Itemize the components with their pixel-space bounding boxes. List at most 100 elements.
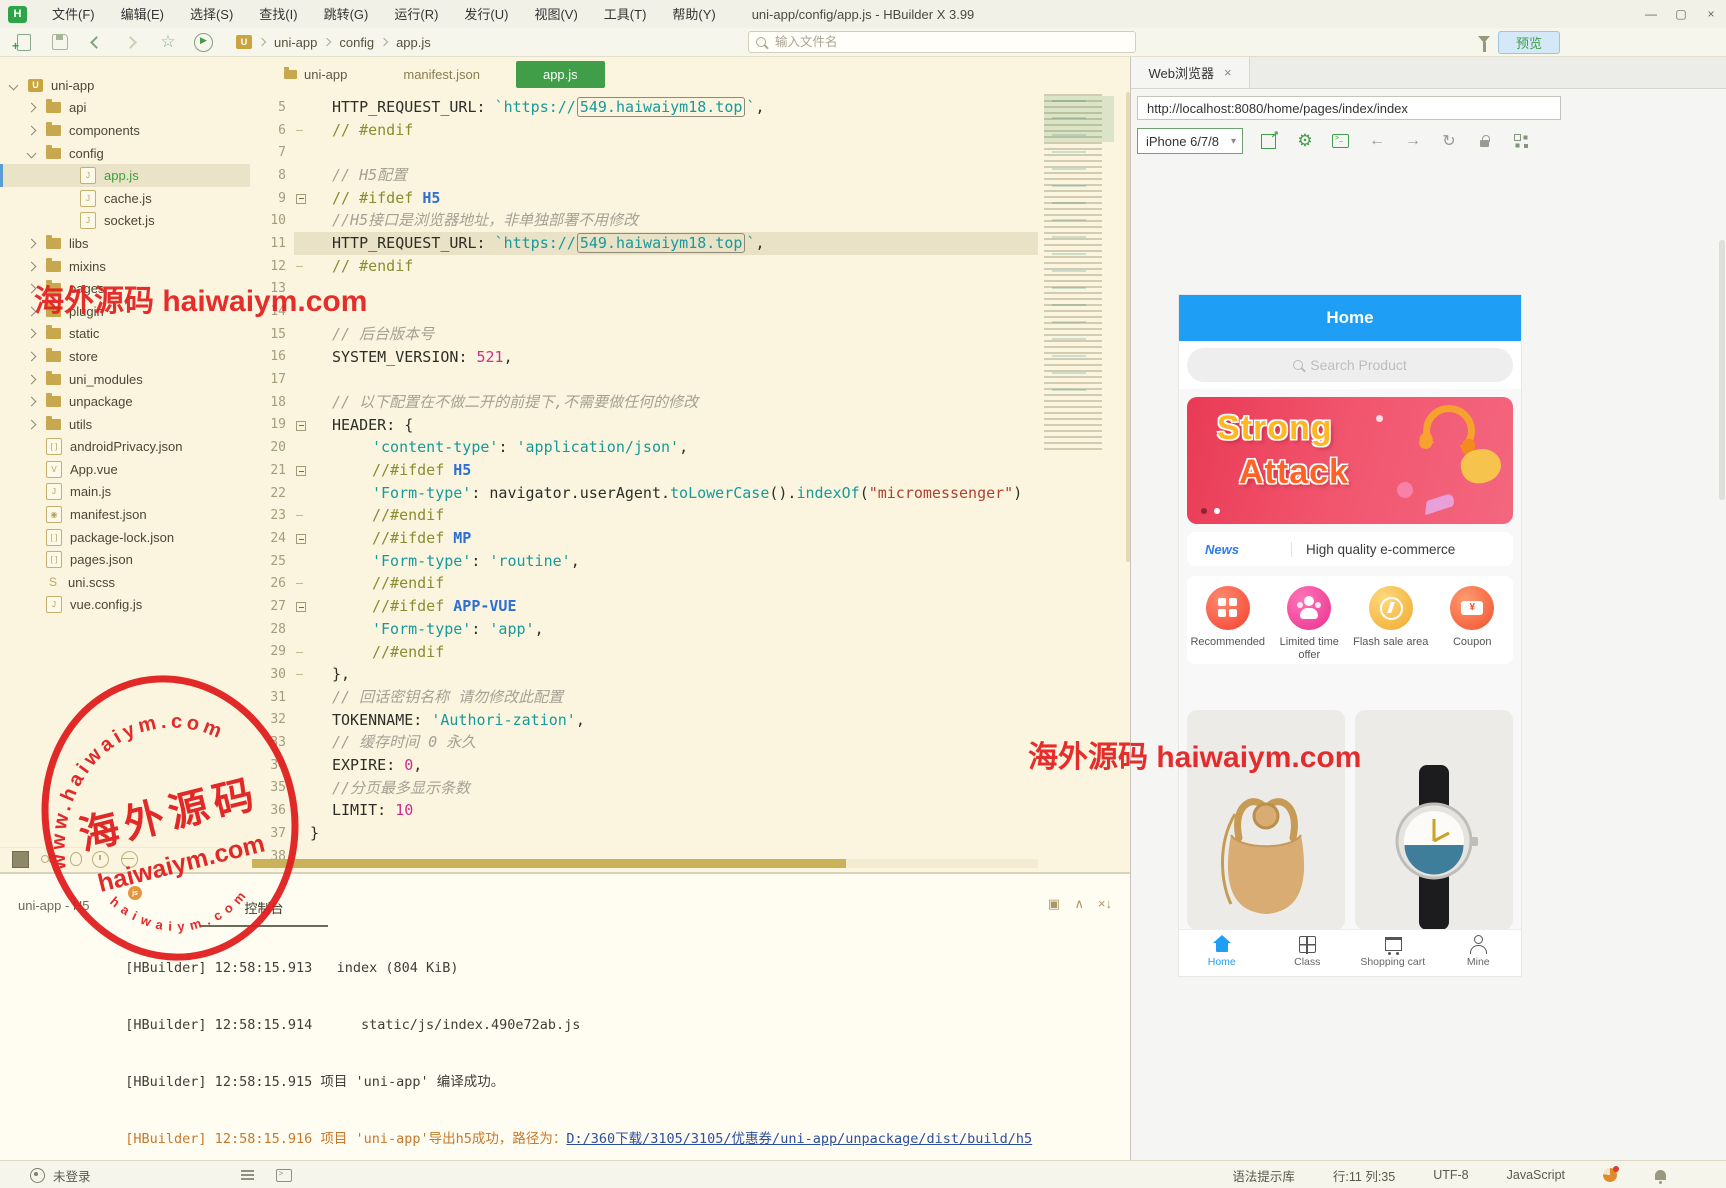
menu-item[interactable]: 查找(I) xyxy=(246,1,310,28)
tab-bar-item[interactable]: Mine xyxy=(1436,930,1522,976)
fold-marker[interactable] xyxy=(294,209,308,232)
breadcrumb-item[interactable]: config xyxy=(317,35,374,50)
url-bar[interactable] xyxy=(1137,96,1561,120)
tree-item[interactable]: J app.js xyxy=(0,164,250,187)
tree-item[interactable]: J socket.js xyxy=(0,210,250,233)
fold-marker[interactable] xyxy=(294,777,308,800)
browser-forward-icon[interactable]: → xyxy=(1403,131,1423,151)
tree-item[interactable]: utils xyxy=(0,413,250,436)
browser-back-icon[interactable]: ← xyxy=(1367,131,1387,151)
devtools-console-icon[interactable] xyxy=(1331,131,1351,151)
menu-item[interactable]: 发行(U) xyxy=(451,1,521,28)
fold-marker[interactable] xyxy=(294,164,308,187)
tree-item[interactable]: mixins xyxy=(0,255,250,278)
fold-marker[interactable] xyxy=(294,754,308,777)
save-icon[interactable] xyxy=(48,31,72,53)
history-view-icon[interactable] xyxy=(92,851,109,868)
fold-marker[interactable] xyxy=(294,595,308,618)
new-file-icon[interactable] xyxy=(12,31,36,53)
fold-marker[interactable] xyxy=(294,255,308,278)
tree-item[interactable]: api xyxy=(0,97,250,120)
menu-item[interactable]: 视图(V) xyxy=(521,1,590,28)
fold-marker[interactable] xyxy=(294,504,308,527)
fold-marker[interactable] xyxy=(294,527,308,550)
tree-item[interactable]: [ ] androidPrivacy.json xyxy=(0,436,250,459)
product-card-bag[interactable] xyxy=(1187,710,1345,930)
tree-item[interactable]: static xyxy=(0,323,250,346)
fold-marker[interactable] xyxy=(294,663,308,686)
menu-item[interactable]: 运行(R) xyxy=(381,1,451,28)
tree-item[interactable]: U uni-app xyxy=(0,74,250,97)
clear-console-icon[interactable]: ×↓ xyxy=(1098,896,1112,911)
lock-icon[interactable] xyxy=(1475,131,1495,151)
menu-item[interactable]: 跳转(G) xyxy=(311,1,382,28)
tree-item[interactable]: pages xyxy=(0,277,250,300)
menu-item[interactable]: 帮助(Y) xyxy=(659,1,728,28)
file-search-input[interactable] xyxy=(773,34,1107,50)
menu-item[interactable]: Recommended xyxy=(1187,576,1269,664)
fold-marker[interactable] xyxy=(294,550,308,573)
outline-icon[interactable] xyxy=(241,1170,254,1172)
fold-marker[interactable] xyxy=(294,731,308,754)
login-status[interactable]: 未登录 xyxy=(53,1166,91,1185)
tab-bar-item[interactable]: Shopping cart xyxy=(1350,930,1436,976)
fold-marker[interactable] xyxy=(294,323,308,346)
console-tab-project[interactable]: uni-app - H5 xyxy=(18,898,90,913)
qr-grid-icon[interactable] xyxy=(1511,131,1531,151)
fold-marker[interactable] xyxy=(294,232,308,255)
fold-marker[interactable] xyxy=(294,187,308,210)
menu-item[interactable]: 工具(T) xyxy=(591,1,660,28)
tree-item[interactable]: J vue.config.js xyxy=(0,594,250,617)
notification-bell-icon[interactable] xyxy=(1655,1170,1666,1180)
browser-tab[interactable]: Web浏览器× xyxy=(1131,56,1250,88)
tree-item[interactable]: [ ] pages.json xyxy=(0,548,250,571)
news-bar[interactable]: News High quality e-commerce xyxy=(1187,532,1513,566)
tree-item[interactable]: [ ] package-lock.json xyxy=(0,526,250,549)
minimap[interactable] xyxy=(1038,92,1126,512)
collapse-panel-icon[interactable]: ∧ xyxy=(1074,896,1084,912)
tree-item[interactable]: ◉ manifest.json xyxy=(0,503,250,526)
tree-item[interactable]: V App.vue xyxy=(0,458,250,481)
fold-marker[interactable] xyxy=(294,618,308,641)
encoding-status[interactable]: UTF-8 xyxy=(1433,1168,1468,1182)
tree-item[interactable]: plugin xyxy=(0,300,250,323)
tree-item[interactable]: components xyxy=(0,119,250,142)
fold-marker[interactable] xyxy=(294,300,308,323)
fold-marker[interactable] xyxy=(294,799,308,822)
tab-manifest-json[interactable]: manifest.json xyxy=(403,67,480,82)
fold-marker[interactable] xyxy=(294,686,308,709)
fold-marker[interactable] xyxy=(294,96,308,119)
url-input[interactable] xyxy=(1138,97,1560,119)
fold-marker[interactable] xyxy=(294,391,308,414)
code-area[interactable]: 5 HTTP_REQUEST_URL: `https://549.haiwaiy… xyxy=(250,96,1130,867)
tree-item[interactable]: J main.js xyxy=(0,481,250,504)
tab-bar-item[interactable]: Class xyxy=(1265,930,1351,976)
refresh-icon[interactable]: ↻ xyxy=(1439,131,1459,151)
fold-marker[interactable] xyxy=(294,141,308,164)
tree-item[interactable]: unpackage xyxy=(0,390,250,413)
cursor-position[interactable]: 行:11 列:35 xyxy=(1333,1166,1395,1185)
file-search-box[interactable] xyxy=(748,31,1136,53)
fold-marker[interactable] xyxy=(294,414,308,437)
tree-item[interactable]: uni_modules xyxy=(0,368,250,391)
maximize-button[interactable]: ▢ xyxy=(1666,1,1696,28)
bookmark-star-icon[interactable]: ☆ xyxy=(156,31,180,53)
fold-marker[interactable] xyxy=(294,459,308,482)
device-selector[interactable]: iPhone 6/7/8▾ xyxy=(1137,128,1243,154)
menu-item[interactable]: 编辑(E) xyxy=(108,1,177,28)
fold-marker[interactable] xyxy=(294,436,308,459)
fold-marker[interactable] xyxy=(294,346,308,369)
debug-view-icon[interactable] xyxy=(70,852,82,866)
breadcrumb-item[interactable]: uni-app xyxy=(252,35,317,50)
fold-marker[interactable] xyxy=(294,822,308,845)
fold-marker[interactable] xyxy=(294,482,308,505)
terminal-icon[interactable] xyxy=(276,1169,292,1182)
menu-item[interactable]: Flash sale area xyxy=(1350,576,1432,664)
fold-marker[interactable] xyxy=(294,641,308,664)
editor-horizontal-scrollbar[interactable] xyxy=(252,859,1038,868)
close-tab-icon[interactable]: × xyxy=(1224,65,1232,80)
gear-icon[interactable]: ⚙ xyxy=(1295,131,1315,151)
language-mode[interactable]: JavaScript xyxy=(1507,1168,1565,1182)
preview-button[interactable]: 预览 xyxy=(1498,31,1560,54)
fold-marker[interactable] xyxy=(294,119,308,142)
